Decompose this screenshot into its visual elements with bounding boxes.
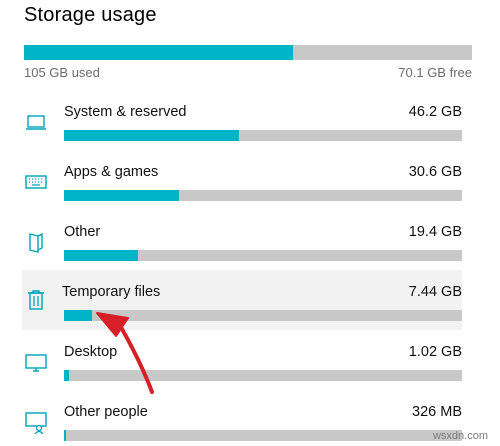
storage-usage-page: Storage usage 105 GB used 70.1 GB free S…	[0, 0, 500, 446]
laptop-icon	[26, 115, 46, 130]
item-name: Other	[64, 224, 101, 240]
item-usage-bar	[64, 430, 462, 441]
item-size: 1.02 GB	[408, 344, 462, 360]
item-size: 46.2 GB	[408, 104, 462, 120]
item-usage-fill	[64, 130, 240, 141]
free-label: 70.1 GB free	[398, 65, 472, 80]
item-usage-bar	[64, 250, 462, 261]
item-size: 19.4 GB	[408, 224, 462, 240]
item-name: System & reserved	[64, 104, 187, 120]
storage-item-desktop[interactable]: Desktop 1.02 GB	[24, 340, 462, 400]
item-usage-bar	[64, 190, 462, 201]
watermark: wsxdn.com	[432, 430, 488, 442]
monitor-icon	[25, 354, 47, 372]
item-usage-bar	[64, 370, 462, 381]
storage-item-system-reserved[interactable]: System & reserved 46.2 GB	[24, 100, 462, 160]
item-name: Apps & games	[64, 164, 159, 180]
documents-icon	[29, 232, 43, 253]
keyboard-icon	[25, 175, 47, 189]
item-name: Temporary files	[62, 284, 161, 300]
storage-item-temporary-files[interactable]: Temporary files 7.44 GB	[22, 270, 462, 330]
trash-icon	[28, 290, 44, 310]
total-usage-fill	[24, 45, 293, 60]
item-size: 30.6 GB	[408, 164, 462, 180]
person-screen-icon	[25, 412, 47, 434]
item-name: Desktop	[64, 344, 118, 360]
item-size: 326 MB	[412, 404, 462, 420]
item-usage-fill	[64, 310, 92, 321]
total-usage-labels: 105 GB used 70.1 GB free	[24, 65, 472, 81]
item-usage-fill	[64, 430, 66, 441]
used-label: 105 GB used	[24, 65, 100, 80]
item-usage-fill	[64, 250, 138, 261]
item-name: Other people	[64, 404, 148, 420]
item-usage-fill	[64, 190, 180, 201]
item-usage-bar	[64, 130, 462, 141]
page-title: Storage usage	[24, 4, 157, 26]
storage-item-other-people[interactable]: Other people 326 MB	[24, 400, 462, 446]
item-usage-bar	[64, 310, 462, 321]
total-usage-bar	[24, 45, 472, 60]
item-usage-fill	[64, 370, 69, 381]
storage-item-apps-games[interactable]: Apps & games 30.6 GB	[24, 160, 462, 220]
item-size: 7.44 GB	[408, 284, 462, 300]
